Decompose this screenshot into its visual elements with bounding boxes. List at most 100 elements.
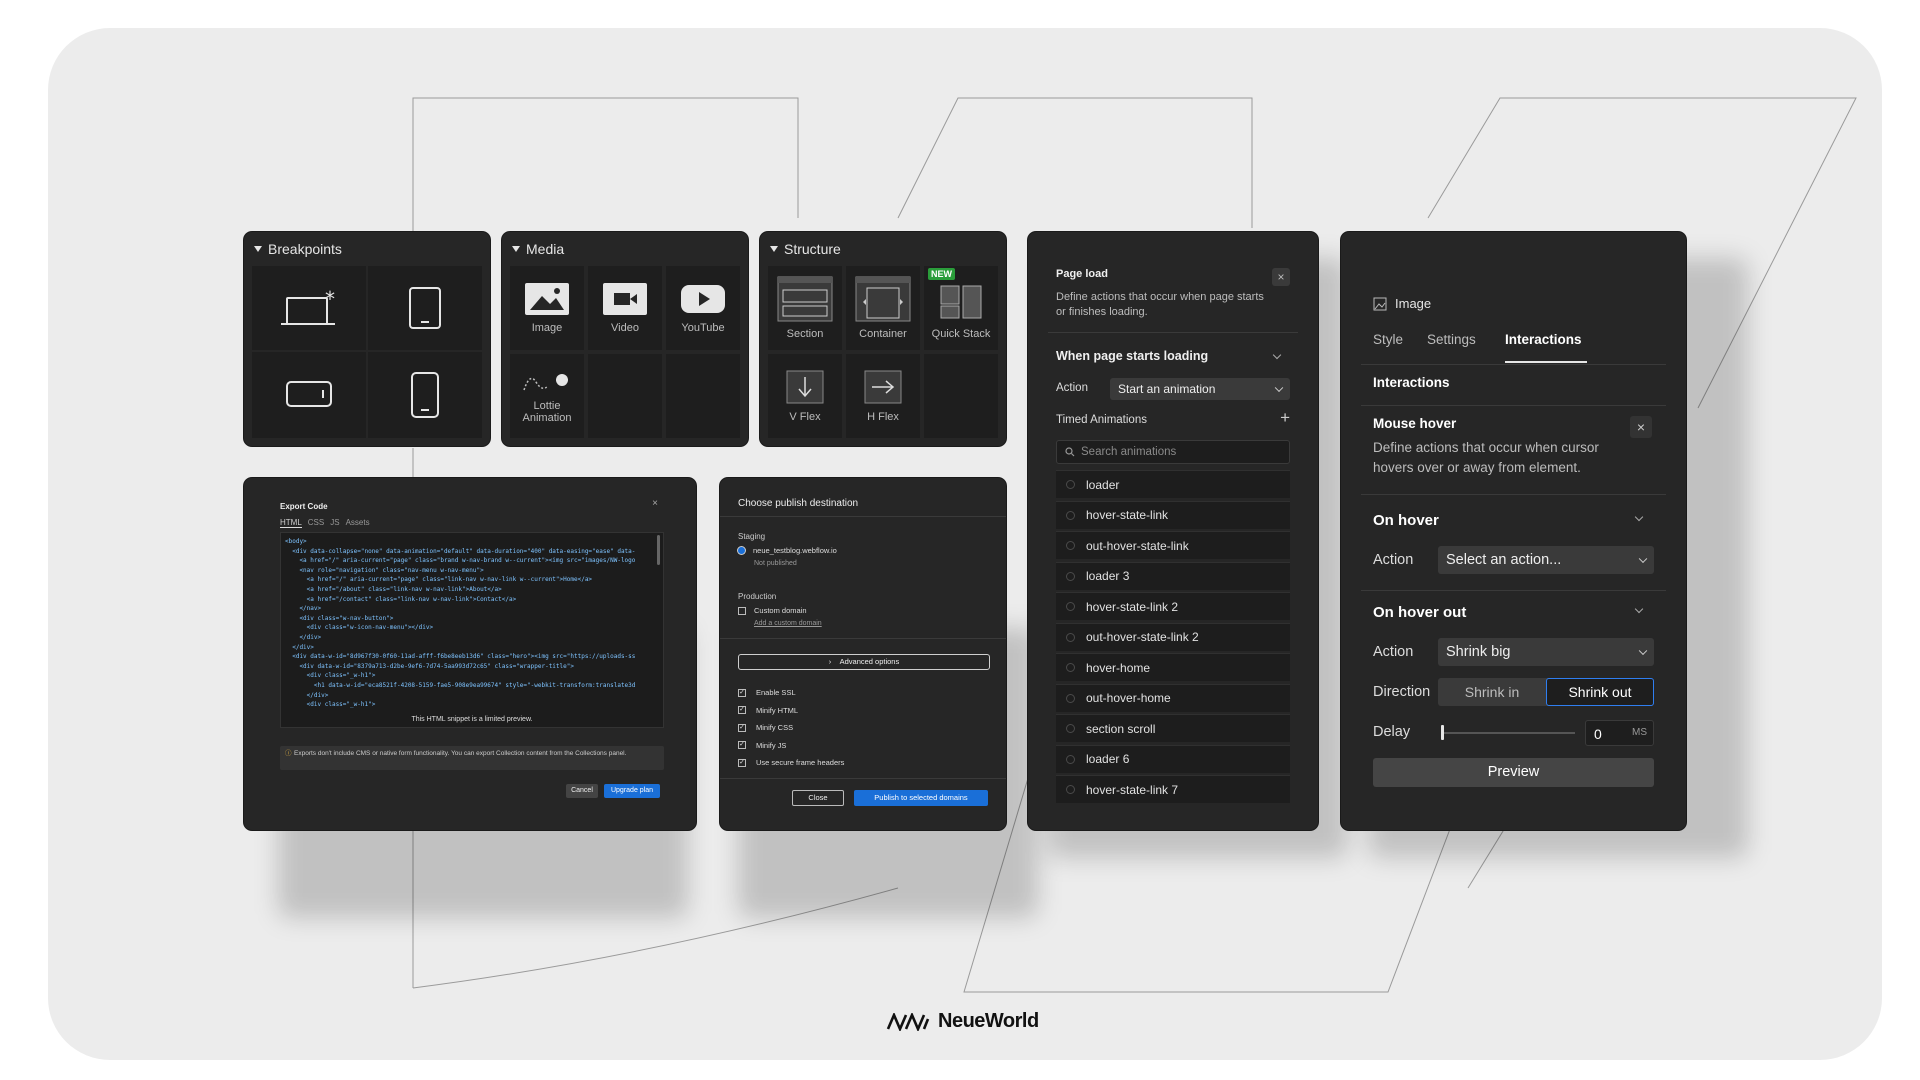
chevron-down-icon[interactable] bbox=[1634, 512, 1644, 522]
caret-down-icon bbox=[254, 246, 262, 252]
breakpoint-tablet[interactable] bbox=[368, 266, 482, 350]
close-icon[interactable]: × bbox=[1630, 416, 1652, 438]
divider bbox=[1361, 364, 1666, 365]
code-line: <div data-collapse="none" data-animation… bbox=[285, 547, 636, 555]
publish-option[interactable]: ✓ Minify HTML bbox=[738, 702, 844, 720]
hover-action-select[interactable]: Select an action... bbox=[1438, 546, 1654, 574]
media-empty-cell bbox=[588, 354, 662, 438]
export-title: Export Code bbox=[280, 502, 328, 511]
scrollbar[interactable] bbox=[657, 535, 660, 565]
warning-icon: ⓘ bbox=[285, 750, 292, 757]
tab-interactions[interactable]: Interactions bbox=[1505, 332, 1582, 347]
list-item[interactable]: hover-home bbox=[1056, 653, 1290, 681]
publish-title: Choose publish destination bbox=[738, 498, 859, 509]
upgrade-plan-button[interactable]: Upgrade plan bbox=[604, 784, 660, 798]
cancel-button[interactable]: Cancel bbox=[566, 784, 598, 798]
hover-out-action-select[interactable]: Shrink big bbox=[1438, 638, 1654, 666]
action-label: Action bbox=[1056, 382, 1088, 394]
add-icon[interactable]: + bbox=[1280, 408, 1290, 428]
media-item-image[interactable]: Image bbox=[510, 266, 584, 350]
publish-button[interactable]: Publish to selected domains bbox=[854, 790, 988, 806]
tab-assets[interactable]: Assets bbox=[346, 518, 370, 528]
divider bbox=[1048, 332, 1298, 333]
list-item[interactable]: hover-state-link 7 bbox=[1056, 775, 1290, 803]
list-item[interactable]: loader bbox=[1056, 470, 1290, 498]
list-item[interactable]: out-hover-state-link 2 bbox=[1056, 622, 1290, 651]
tab-settings[interactable]: Settings bbox=[1427, 332, 1476, 347]
custom-domain-option[interactable]: Custom domain bbox=[738, 606, 807, 615]
breakpoint-mobile-landscape[interactable] bbox=[252, 352, 366, 438]
preview-button[interactable]: Preview bbox=[1373, 758, 1654, 787]
code-line: <a href="/about" class="link-nav w-nav-l… bbox=[285, 585, 502, 593]
publish-option[interactable]: ✓ Minify CSS bbox=[738, 719, 844, 737]
list-item[interactable]: hover-state-link 2 bbox=[1056, 592, 1290, 620]
chevron-down-icon[interactable] bbox=[1634, 604, 1644, 614]
direction-shrink-out[interactable]: Shrink out bbox=[1546, 678, 1654, 706]
action-select[interactable]: Start an animation bbox=[1110, 378, 1290, 400]
list-item[interactable]: section scroll bbox=[1056, 714, 1290, 742]
code-line: <a href="/" aria-current="page" class="l… bbox=[285, 576, 593, 584]
staging-status: Not published bbox=[754, 560, 797, 567]
interactions-inspector: Image Style Settings Interactions Intera… bbox=[1341, 232, 1686, 830]
media-header[interactable]: Media bbox=[512, 241, 564, 257]
youtube-icon bbox=[681, 285, 725, 313]
code-line: </div> bbox=[285, 633, 322, 641]
image-icon bbox=[1373, 297, 1387, 310]
divider bbox=[720, 638, 1006, 639]
structure-item-v-flex[interactable]: V Flex bbox=[768, 354, 842, 438]
structure-item-section[interactable]: Section bbox=[768, 266, 842, 350]
radio-icon bbox=[1066, 693, 1075, 703]
publish-option[interactable]: ✓ Minify JS bbox=[738, 737, 844, 755]
media-item-youtube[interactable]: YouTube bbox=[666, 266, 740, 350]
breakpoint-mobile-portrait[interactable] bbox=[368, 352, 482, 438]
breakpoint-desktop[interactable]: * bbox=[252, 266, 366, 350]
advanced-options-button[interactable]: › Advanced options bbox=[738, 654, 990, 670]
neueworld-logo-icon bbox=[886, 1012, 930, 1031]
divider bbox=[720, 516, 1006, 517]
add-domain-link[interactable]: Add a custom domain bbox=[754, 620, 822, 627]
checkbox-icon bbox=[738, 606, 746, 615]
structure-header[interactable]: Structure bbox=[770, 241, 841, 257]
radio-selected-icon bbox=[738, 547, 745, 554]
tab-js[interactable]: JS bbox=[330, 518, 339, 528]
timed-animations-label: Timed Animations bbox=[1056, 414, 1147, 426]
list-item[interactable]: loader 6 bbox=[1056, 744, 1290, 773]
staging-option[interactable]: neue_testblog.webflow.io bbox=[738, 546, 837, 555]
list-item[interactable]: out-hover-home bbox=[1056, 683, 1290, 712]
code-line: </div> bbox=[285, 691, 329, 699]
section-title: When page starts loading bbox=[1056, 349, 1209, 363]
chevron-down-icon[interactable] bbox=[1272, 350, 1282, 360]
chevron-down-icon bbox=[1274, 383, 1284, 393]
code-line: </div> bbox=[285, 643, 314, 651]
media-item-video[interactable]: Video bbox=[588, 266, 662, 350]
media-item-lottie[interactable]: Lottie Animation bbox=[510, 354, 584, 438]
tab-style[interactable]: Style bbox=[1373, 332, 1403, 347]
structure-item-h-flex[interactable]: H Flex bbox=[846, 354, 920, 438]
radio-icon bbox=[1066, 785, 1075, 794]
code-preview[interactable]: <body> <div data-collapse="none" data-an… bbox=[280, 532, 664, 728]
search-input[interactable]: Search animations bbox=[1056, 440, 1290, 464]
divider bbox=[1361, 405, 1666, 406]
delay-slider-handle[interactable] bbox=[1441, 725, 1444, 740]
list-item[interactable]: loader 3 bbox=[1056, 561, 1290, 590]
list-item[interactable]: out-hover-state-link bbox=[1056, 531, 1290, 559]
divider bbox=[1361, 590, 1666, 591]
close-icon[interactable]: × bbox=[1272, 268, 1290, 286]
direction-shrink-in[interactable]: Shrink in bbox=[1438, 678, 1546, 706]
close-icon[interactable]: × bbox=[652, 498, 658, 509]
list-item[interactable]: hover-state-link bbox=[1056, 500, 1290, 529]
delay-input[interactable]: 0 MS bbox=[1585, 720, 1654, 746]
direction-label: Direction bbox=[1373, 684, 1431, 700]
close-button[interactable]: Close bbox=[792, 790, 844, 806]
breakpoints-header[interactable]: Breakpoints bbox=[254, 241, 342, 257]
tablet-icon bbox=[409, 287, 441, 329]
tab-css[interactable]: CSS bbox=[308, 518, 324, 528]
delay-slider-track[interactable] bbox=[1441, 732, 1575, 734]
structure-item-container[interactable]: Container bbox=[846, 266, 920, 350]
checkbox-checked-icon: ✓ bbox=[738, 706, 746, 715]
publish-option[interactable]: ✓ Enable SSL bbox=[738, 684, 844, 702]
tab-html[interactable]: HTML bbox=[280, 518, 302, 528]
publish-option[interactable]: ✓ Use secure frame headers bbox=[738, 754, 844, 772]
hover-action-label: Action bbox=[1373, 552, 1414, 568]
radio-icon bbox=[1066, 541, 1075, 550]
